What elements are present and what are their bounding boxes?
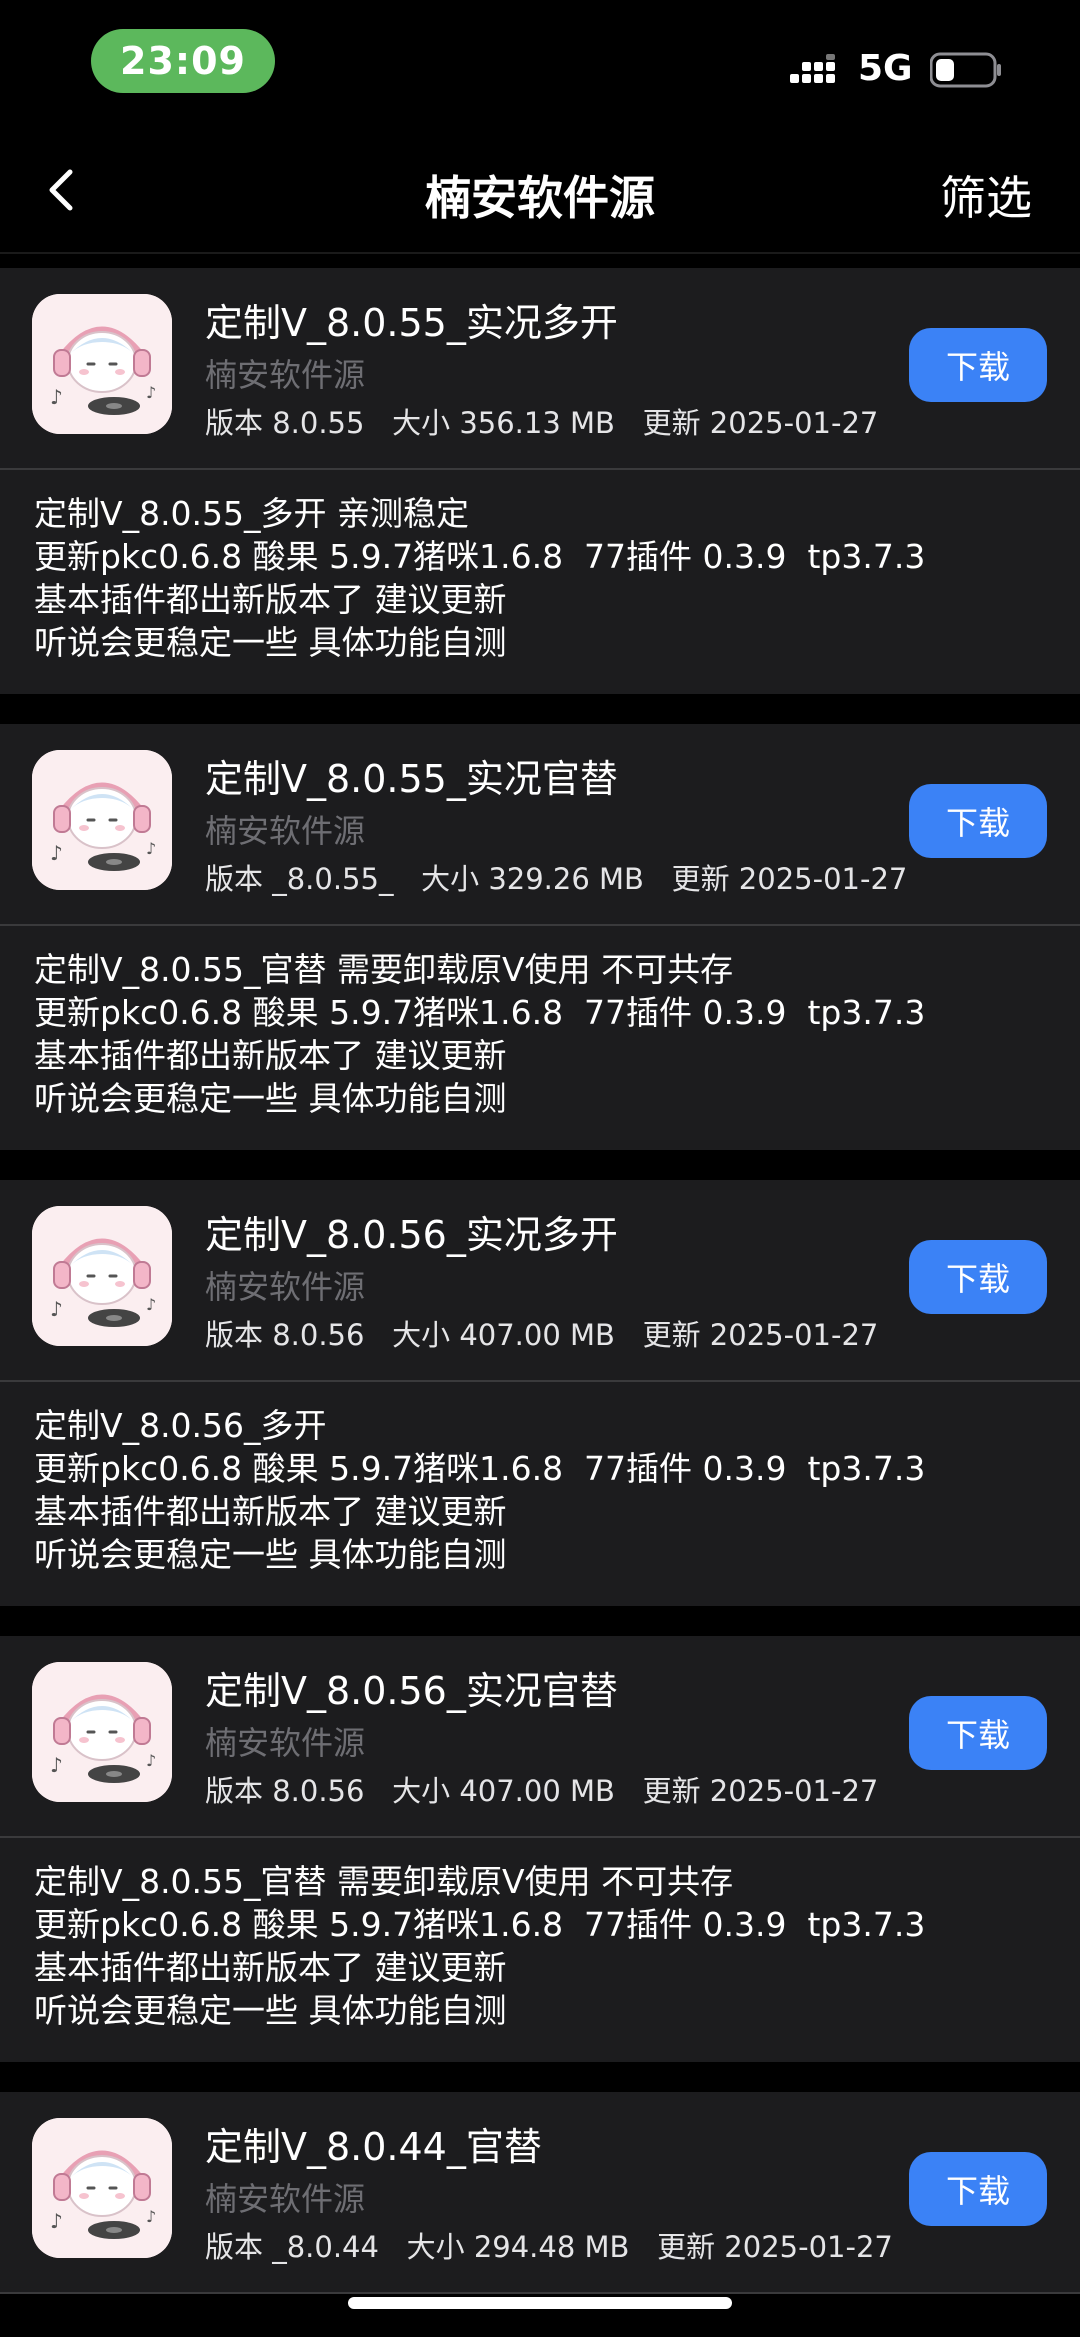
svg-text:♪: ♪ [50,841,63,865]
app-list: ♪ ♪ 定制V_8.0.55_实况多开 楠安软件源 版本 8.0.55 大小 3… [0,268,1080,2324]
description-line: 更新pkc0.6.8 酸果 5.9.7猪咪1.6.8 77插件 0.3.9 tp… [34,537,926,576]
description-line: 更新pkc0.6.8 酸果 5.9.7猪咪1.6.8 77插件 0.3.9 tp… [34,1449,926,1488]
app-description: 定制V_8.0.55_官替 需要卸载原V使用 不可共存更新pkc0.6.8 酸果… [0,1838,1080,2062]
app-avatar-icon: ♪ ♪ [32,1206,172,1346]
svg-text:♪: ♪ [146,2207,156,2226]
description-line: 基本插件都出新版本了 建议更新 [34,1948,507,1987]
svg-text:♪: ♪ [146,839,156,858]
app-source: 楠安软件源 [205,812,366,850]
description-line: 基本插件都出新版本了 建议更新 [34,580,507,619]
description-line: 定制V_8.0.56_多开 [34,1406,327,1445]
app-card-header[interactable]: ♪ ♪ 定制V_8.0.55_实况多开 楠安软件源 版本 8.0.55 大小 3… [0,268,1080,470]
app-meta: 版本 _8.0.55_ 大小 329.26 MB 更新 2025-01-27 [205,862,908,896]
filter-button[interactable]: 筛选 [940,162,1032,228]
page-title: 楠安软件源 [425,171,655,225]
app-meta: 版本 8.0.56 大小 407.00 MB 更新 2025-01-27 [205,1774,879,1808]
app-title: 定制V_8.0.55_实况官替 [205,757,618,801]
app-card: ♪ ♪ 定制V_8.0.44_官替 楠安软件源 版本 _8.0.44 大小 29… [0,2092,1080,2294]
app-source: 楠安软件源 [205,2180,366,2218]
app-card: ♪ ♪ 定制V_8.0.56_实况官替 楠安软件源 版本 8.0.56 大小 4… [0,1636,1080,2062]
app-card: ♪ ♪ 定制V_8.0.55_实况官替 楠安软件源 版本 _8.0.55_ 大小… [0,724,1080,1150]
app-card-header[interactable]: ♪ ♪ 定制V_8.0.56_实况官替 楠安软件源 版本 8.0.56 大小 4… [0,1636,1080,1838]
status-time: 23:09 [91,29,275,93]
description-line: 听说会更稳定一些 具体功能自测 [34,623,507,662]
svg-text:♪: ♪ [50,2209,63,2233]
network-type: 5G [858,48,913,89]
app-card-header[interactable]: ♪ ♪ 定制V_8.0.55_实况官替 楠安软件源 版本 _8.0.55_ 大小… [0,724,1080,926]
cellular-signal-icon [790,54,835,83]
description-line: 听说会更稳定一些 具体功能自测 [34,1079,507,1118]
download-button[interactable]: 下载 [909,1240,1047,1314]
app-icon: ♪ ♪ [32,750,172,890]
app-description: 定制V_8.0.55_官替 需要卸载原V使用 不可共存更新pkc0.6.8 酸果… [0,926,1080,1150]
svg-text:♪: ♪ [50,1753,63,1777]
svg-text:♪: ♪ [50,1297,63,1321]
status-bar: 23:09 5G [0,0,1080,130]
description-line: 基本插件都出新版本了 建议更新 [34,1492,507,1531]
download-button[interactable]: 下载 [909,784,1047,858]
app-card-header[interactable]: ♪ ♪ 定制V_8.0.56_实况多开 楠安软件源 版本 8.0.56 大小 4… [0,1180,1080,1382]
app-icon: ♪ ♪ [32,1662,172,1802]
download-button[interactable]: 下载 [909,1696,1047,1770]
navigation-bar: 楠安软件源 筛选 [0,130,1080,254]
home-indicator[interactable] [348,2297,732,2309]
app-description: 定制V_8.0.55_多开 亲测稳定更新pkc0.6.8 酸果 5.9.7猪咪1… [0,470,1080,694]
app-source: 楠安软件源 [205,356,366,394]
description-line: 更新pkc0.6.8 酸果 5.9.7猪咪1.6.8 77插件 0.3.9 tp… [34,993,926,1032]
app-avatar-icon: ♪ ♪ [32,750,172,890]
app-title: 定制V_8.0.56_实况官替 [205,1669,618,1713]
app-icon: ♪ ♪ [32,2118,172,2258]
app-source: 楠安软件源 [205,1724,366,1762]
battery-icon [930,52,1001,88]
download-button[interactable]: 下载 [909,328,1047,402]
description-line: 基本插件都出新版本了 建议更新 [34,1036,507,1075]
app-meta: 版本 _8.0.44 大小 294.48 MB 更新 2025-01-27 [205,2230,893,2264]
app-card: ♪ ♪ 定制V_8.0.56_实况多开 楠安软件源 版本 8.0.56 大小 4… [0,1180,1080,1606]
app-title: 定制V_8.0.56_实况多开 [205,1213,618,1257]
app-avatar-icon: ♪ ♪ [32,2118,172,2258]
description-line: 听说会更稳定一些 具体功能自测 [34,1991,507,2030]
app-description: 定制V_8.0.56_多开更新pkc0.6.8 酸果 5.9.7猪咪1.6.8 … [0,1382,1080,1606]
description-line: 听说会更稳定一些 具体功能自测 [34,1535,507,1574]
app-avatar-icon: ♪ ♪ [32,294,172,434]
app-icon: ♪ ♪ [32,1206,172,1346]
app-icon: ♪ ♪ [32,294,172,434]
svg-text:♪: ♪ [146,1751,156,1770]
app-source: 楠安软件源 [205,1268,366,1306]
download-button[interactable]: 下载 [909,2152,1047,2226]
description-line: 定制V_8.0.55_官替 需要卸载原V使用 不可共存 [34,950,734,989]
app-avatar-icon: ♪ ♪ [32,1662,172,1802]
description-line: 定制V_8.0.55_官替 需要卸载原V使用 不可共存 [34,1862,734,1901]
app-meta: 版本 8.0.55 大小 356.13 MB 更新 2025-01-27 [205,406,879,440]
svg-text:♪: ♪ [146,383,156,402]
app-card-header[interactable]: ♪ ♪ 定制V_8.0.44_官替 楠安软件源 版本 _8.0.44 大小 29… [0,2092,1080,2294]
app-meta: 版本 8.0.56 大小 407.00 MB 更新 2025-01-27 [205,1318,879,1352]
description-line: 定制V_8.0.55_多开 亲测稳定 [34,494,470,533]
svg-text:♪: ♪ [50,385,63,409]
svg-text:♪: ♪ [146,1295,156,1314]
app-title: 定制V_8.0.55_实况多开 [205,301,618,345]
description-line: 更新pkc0.6.8 酸果 5.9.7猪咪1.6.8 77插件 0.3.9 tp… [34,1905,926,1944]
app-title: 定制V_8.0.44_官替 [205,2125,542,2169]
app-card: ♪ ♪ 定制V_8.0.55_实况多开 楠安软件源 版本 8.0.55 大小 3… [0,268,1080,694]
